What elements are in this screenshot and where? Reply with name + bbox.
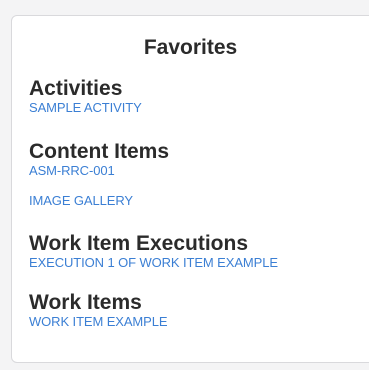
favorites-group-activities: Activities SAMPLE ACTIVITY [29,77,142,116]
favorite-link-sample-activity[interactable]: SAMPLE ACTIVITY [29,100,142,115]
group-heading-work-item-executions: Work Item Executions [29,232,249,255]
group-heading-activities: Activities [29,77,123,100]
favorite-link-image-gallery[interactable]: IMAGE GALLERY [29,193,169,208]
favorites-group-work-item-executions: Work Item Executions EXECUTION 1 OF WORK… [29,232,278,271]
group-heading-work-items: Work Items [29,291,142,314]
favorites-group-content-items: Content Items ASM-RRC-001 IMAGE GALLERY [29,140,170,209]
favorite-link-execution-1[interactable]: EXECUTION 1 OF WORK ITEM EXAMPLE [29,255,278,270]
favorite-link-asm-rrc-001[interactable]: ASM-RRC-001 [29,163,169,178]
favorite-link-work-item-example[interactable]: WORK ITEM EXAMPLE [29,314,168,329]
favorites-group-work-items: Work Items WORK ITEM EXAMPLE [29,291,168,330]
favorites-card: Favorites Activities SAMPLE ACTIVITY Con… [11,15,369,363]
favorites-title: Favorites [143,36,238,59]
group-heading-content-items: Content Items [29,140,170,163]
